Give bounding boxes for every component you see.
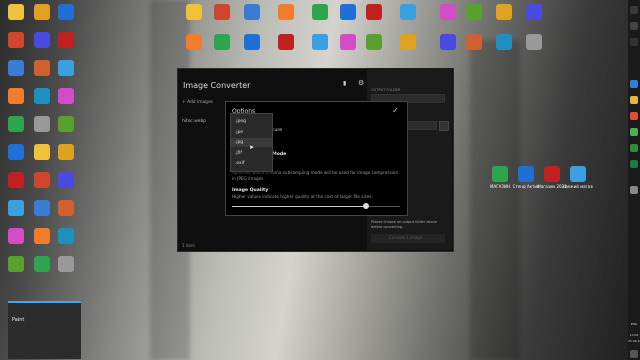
format-option[interactable]: .jpe	[231, 128, 272, 137]
desktop-icon[interactable]	[526, 34, 542, 50]
desktop-icon[interactable]	[8, 116, 24, 132]
desktop-icon[interactable]	[58, 256, 74, 272]
quality-slider-track[interactable]	[232, 203, 400, 209]
desktop-icon[interactable]	[34, 88, 50, 104]
explorer-icon[interactable]	[630, 96, 638, 104]
app-icon-green[interactable]	[630, 144, 638, 152]
desktop-icon[interactable]	[58, 144, 74, 160]
desktop-icon[interactable]	[186, 34, 202, 50]
format-option[interactable]: .jpeg	[231, 117, 272, 126]
desktop-icon[interactable]	[34, 256, 50, 272]
yandex-icon[interactable]	[630, 112, 638, 120]
desktop-icon[interactable]	[244, 4, 260, 20]
desktop-icon[interactable]	[570, 166, 586, 182]
format-option[interactable]: .exif	[231, 159, 272, 168]
desktop-icon[interactable]	[526, 4, 542, 20]
desktop-icon[interactable]	[58, 172, 74, 188]
chrome-icon[interactable]	[630, 128, 638, 136]
desktop-icon[interactable]	[340, 34, 356, 50]
desktop-icon[interactable]	[34, 60, 50, 76]
desktop-icon[interactable]	[58, 32, 74, 48]
desktop-icon[interactable]	[440, 34, 456, 50]
status-text: 1 item	[182, 243, 195, 248]
desktop-icon[interactable]	[34, 116, 50, 132]
desktop-icon[interactable]	[8, 144, 24, 160]
desktop-icon[interactable]	[244, 34, 260, 50]
gear-icon[interactable]: ⚙	[358, 79, 364, 87]
desktop-icon[interactable]	[400, 4, 416, 20]
quality-description: Higher values indicate higher quality at…	[232, 194, 373, 199]
desktop-icon[interactable]	[312, 34, 328, 50]
desktop-icon[interactable]	[58, 200, 74, 216]
desktop-icon[interactable]	[34, 228, 50, 244]
desktop-icon[interactable]	[34, 200, 50, 216]
desktop-icon[interactable]	[400, 34, 416, 50]
search-icon[interactable]	[630, 22, 638, 30]
task-view-icon[interactable]	[630, 38, 638, 46]
taskbar: ENG 10:06 25.06.2021	[628, 0, 640, 360]
desktop-icon[interactable]	[440, 4, 456, 20]
desktop-icon-label: свежий магазин	[563, 184, 593, 189]
language-indicator[interactable]: ENG	[628, 322, 640, 326]
desktop-icon[interactable]	[58, 60, 74, 76]
paint-preview[interactable]: Paint	[8, 301, 81, 359]
format-dropdown: .jpeg .jpe .jpg .jfif .exif	[230, 113, 273, 172]
desktop-icon[interactable]	[8, 200, 24, 216]
desktop-icon[interactable]	[340, 4, 356, 20]
desktop-icon[interactable]	[8, 88, 24, 104]
pin-icon[interactable]: ▮	[343, 80, 346, 87]
desktop-icon[interactable]	[214, 34, 230, 50]
desktop-icon[interactable]	[34, 4, 50, 20]
desktop-icon[interactable]	[58, 4, 74, 20]
desktop-icon[interactable]	[8, 228, 24, 244]
output-folder-label: OUTPUT FOLDER	[371, 88, 401, 92]
convert-button[interactable]: Convert 1 image	[371, 234, 445, 243]
mouse-cursor-icon: ➤	[249, 144, 255, 151]
desktop-icon[interactable]	[496, 34, 512, 50]
desktop-icon[interactable]	[186, 4, 202, 20]
desktop-icon[interactable]	[544, 166, 560, 182]
desktop-icon[interactable]	[58, 116, 74, 132]
file-list-item[interactable]: hitoc.webp	[182, 119, 206, 124]
quality-header: Image Quality	[232, 188, 269, 193]
rock-shade-2	[470, 40, 520, 360]
desktop-icon[interactable]	[34, 172, 50, 188]
desktop-icon[interactable]	[214, 4, 230, 20]
output-warning: Please choose an output folder above bef…	[371, 220, 438, 229]
quality-slider-thumb[interactable]	[363, 203, 370, 209]
clock-time[interactable]: 10:06	[628, 333, 640, 337]
confirm-icon[interactable]: ✓	[392, 106, 399, 115]
clock-date[interactable]: 25.06.2021	[628, 339, 640, 343]
edge-icon[interactable]	[630, 80, 638, 88]
desktop-icon[interactable]	[366, 34, 382, 50]
desktop-icon[interactable]	[496, 4, 512, 20]
desktop-icon[interactable]	[278, 34, 294, 50]
desktop-icon[interactable]	[34, 32, 50, 48]
convert-button-label: Convert 1 image	[389, 235, 423, 240]
desktop-icon[interactable]	[34, 144, 50, 160]
add-images-button[interactable]: + Add images	[182, 100, 213, 105]
desktop-icon[interactable]	[492, 166, 508, 182]
app-icon-excel[interactable]	[630, 160, 638, 168]
desktop-icon[interactable]	[58, 88, 74, 104]
desktop-icon[interactable]	[8, 60, 24, 76]
quality-slider-fill	[232, 206, 367, 207]
desktop-icon[interactable]	[518, 166, 534, 182]
desktop-icon[interactable]	[466, 34, 482, 50]
app-icon-paint[interactable]	[630, 186, 638, 194]
window-title: Image Converter	[183, 81, 251, 90]
desktop-icon[interactable]	[8, 32, 24, 48]
desktop-icon[interactable]	[8, 256, 24, 272]
notifications-icon[interactable]	[630, 350, 638, 358]
desktop-icon[interactable]	[466, 4, 482, 20]
start-icon[interactable]	[630, 6, 638, 14]
desktop-icon[interactable]	[8, 172, 24, 188]
desktop-icon[interactable]	[8, 4, 24, 20]
desktop-icon[interactable]	[278, 4, 294, 20]
desktop-icon[interactable]	[312, 4, 328, 20]
desktop-icon[interactable]	[58, 228, 74, 244]
desktop-icon[interactable]	[366, 4, 382, 20]
paint-label: Paint	[12, 317, 25, 323]
folder-pick-button[interactable]	[439, 121, 449, 131]
